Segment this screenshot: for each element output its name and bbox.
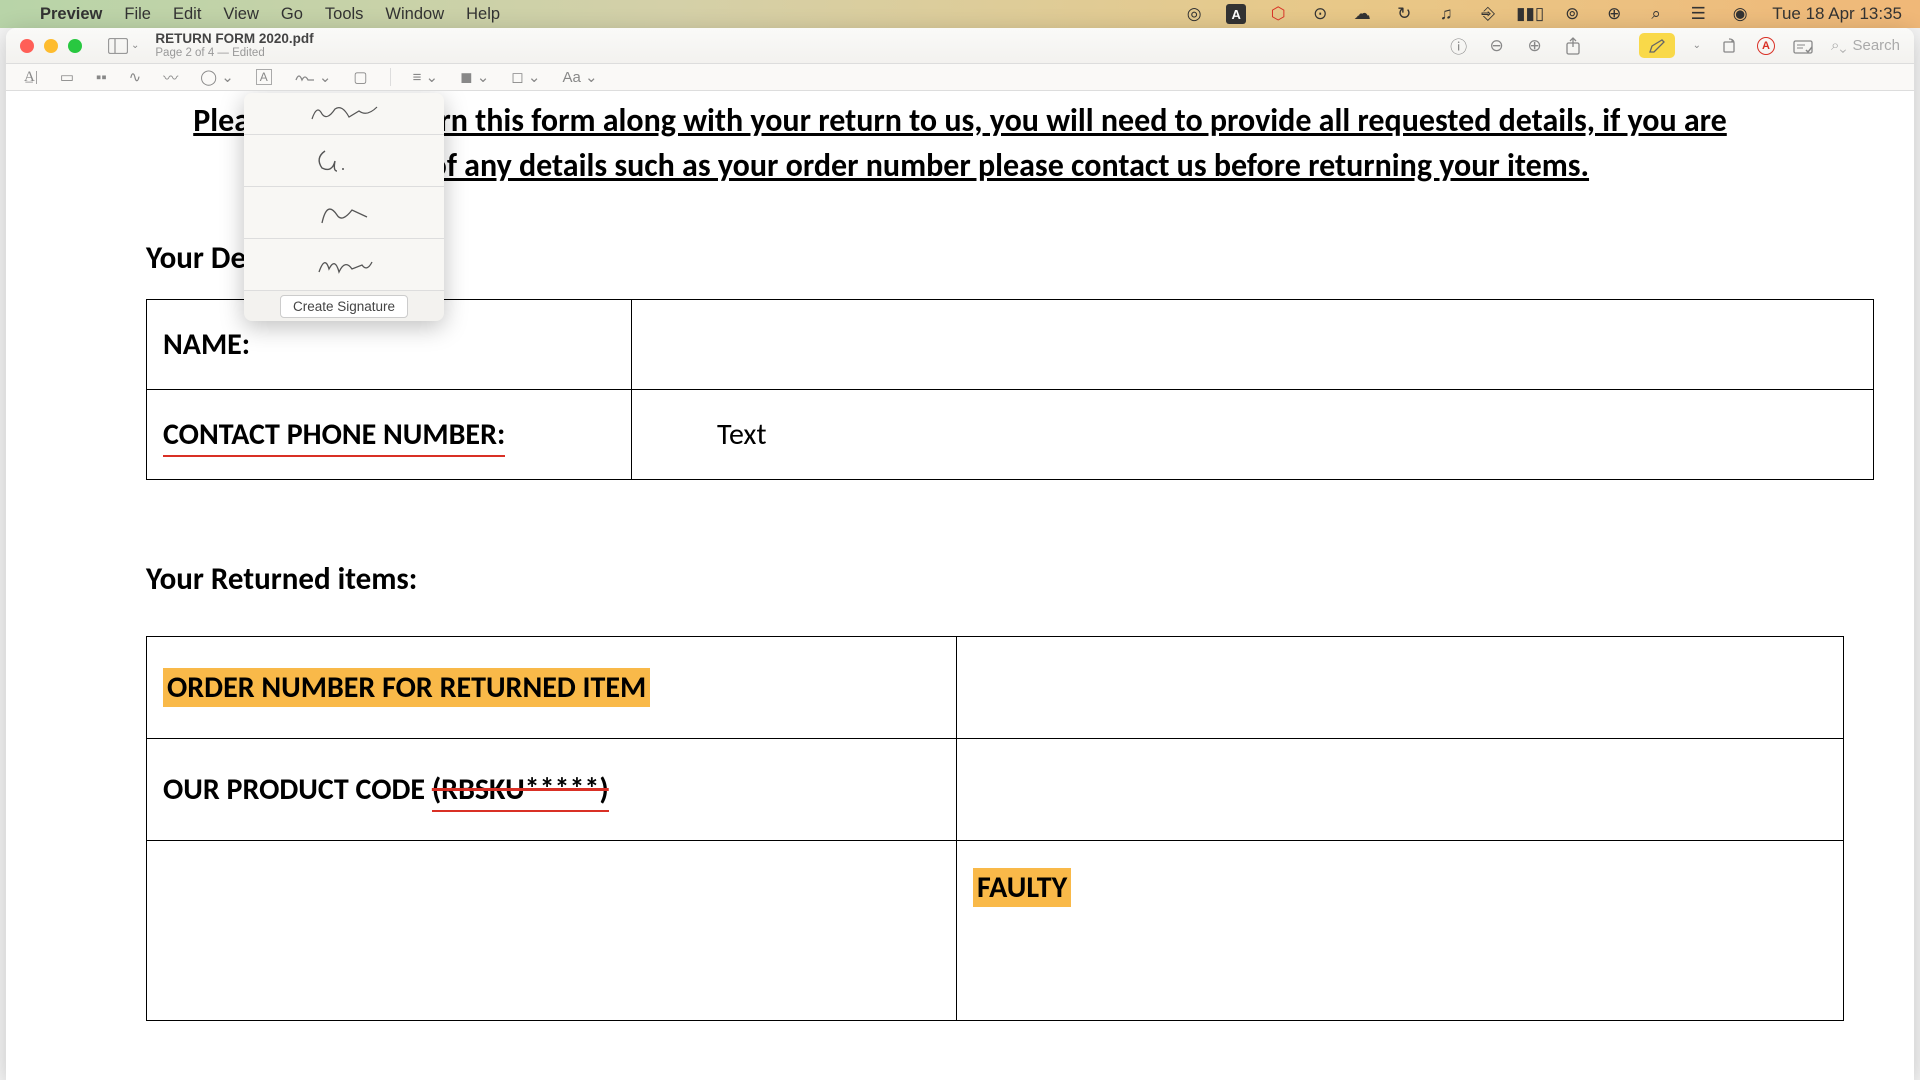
- signature-option-4[interactable]: [244, 239, 444, 291]
- draw-tool[interactable]: 〰: [163, 67, 178, 88]
- status-icon-3[interactable]: ⬡: [1268, 4, 1288, 24]
- menu-tools[interactable]: Tools: [325, 5, 364, 24]
- redact-tool[interactable]: ▪▪: [96, 69, 107, 86]
- app-name[interactable]: Preview: [40, 5, 102, 24]
- details-table: NAME: CONTACT PHONE NUMBER: Text: [146, 299, 1874, 480]
- maximize-window-button[interactable]: [68, 39, 82, 53]
- product-code-value-cell[interactable]: [957, 738, 1844, 840]
- name-value-cell[interactable]: [632, 299, 1874, 389]
- record-icon[interactable]: ⊙: [1310, 4, 1330, 24]
- control-center-icon[interactable]: ☰: [1688, 4, 1708, 24]
- cloud-icon[interactable]: ☁: [1352, 4, 1372, 24]
- sign-tool[interactable]: ⌄: [294, 68, 332, 86]
- status-icon-1[interactable]: ◎: [1184, 4, 1204, 24]
- rectangular-selection-tool[interactable]: ▭: [60, 68, 74, 86]
- border-color-tool[interactable]: ◼ ⌄: [460, 68, 489, 86]
- document-title: RETURN FORM 2020.pdf: [155, 32, 313, 46]
- text-selection-tool[interactable]: A̲|: [24, 69, 38, 86]
- rotate-icon[interactable]: [1719, 36, 1739, 56]
- table-row: CONTACT PHONE NUMBER: Text: [147, 389, 1874, 479]
- menu-help[interactable]: Help: [466, 5, 500, 24]
- document-subtitle: Page 2 of 4 — Edited: [155, 48, 313, 60]
- markup-icon[interactable]: A: [1757, 37, 1775, 55]
- minimize-window-button[interactable]: [44, 39, 58, 53]
- reason-value-cell[interactable]: FAULTY: [957, 840, 1844, 1020]
- wifi-icon[interactable]: ⊚: [1562, 4, 1582, 24]
- table-row: OUR PRODUCT CODE (RBSKU*****): [147, 738, 1844, 840]
- document-viewport[interactable]: Please fill and return this form along w…: [6, 91, 1914, 1080]
- order-number-value-cell[interactable]: [957, 636, 1844, 738]
- shapes-tool[interactable]: ◯ ⌄: [200, 68, 234, 86]
- product-code-label-cell: OUR PRODUCT CODE (RBSKU*****): [147, 738, 957, 840]
- signature-option-3[interactable]: [244, 187, 444, 239]
- search-icon[interactable]: ⌕: [1646, 4, 1666, 24]
- contact-label-cell: CONTACT PHONE NUMBER:: [147, 389, 632, 479]
- sidebar-toggle-button[interactable]: ⌄: [108, 38, 139, 54]
- window-titlebar: ⌄ RETURN FORM 2020.pdf Page 2 of 4 — Edi…: [6, 28, 1914, 64]
- form-icon[interactable]: [1793, 36, 1813, 56]
- search-placeholder: Search: [1852, 37, 1900, 54]
- signature-popover: Create Signature: [244, 93, 444, 321]
- highlight-dropdown[interactable]: ⌄: [1693, 40, 1701, 51]
- sketch-tool[interactable]: ∿: [129, 68, 142, 86]
- table-row: FAULTY: [147, 840, 1844, 1020]
- battery-icon[interactable]: ▮▮▯: [1520, 4, 1540, 24]
- info-icon[interactable]: ⓘ: [1449, 36, 1469, 56]
- fill-color-tool[interactable]: ◻ ⌄: [511, 68, 540, 86]
- zoom-in-icon[interactable]: ⊕: [1525, 36, 1545, 56]
- border-style-tool[interactable]: ≡ ⌄: [413, 68, 439, 86]
- status-icon-2[interactable]: A: [1226, 4, 1246, 24]
- search-glass-icon: ⌕⌄: [1831, 37, 1846, 54]
- markup-toolbar: A̲| ▭ ▪▪ ∿ 〰 ◯ ⌄ A ⌄ ▢ ≡ ⌄ ◼ ⌄ ◻ ⌄ Aa ⌄: [6, 64, 1914, 91]
- highlight-button[interactable]: [1639, 33, 1675, 58]
- reason-label-cell: [147, 840, 957, 1020]
- text-tool[interactable]: A: [256, 69, 272, 85]
- bluetooth-icon[interactable]: ⎆: [1478, 4, 1498, 24]
- contact-value-cell[interactable]: Text: [632, 389, 1874, 479]
- menu-file[interactable]: File: [124, 5, 151, 24]
- create-signature-button[interactable]: Create Signature: [280, 295, 408, 318]
- returned-items-table: ORDER NUMBER FOR RETURNED ITEM OUR PRODU…: [146, 636, 1844, 1021]
- returned-items-heading: Your Returned items:: [146, 560, 1884, 598]
- signature-create-row: Create Signature: [244, 291, 444, 321]
- macos-menubar: Preview File Edit View Go Tools Window H…: [0, 0, 1920, 28]
- timemachine-icon[interactable]: ↻: [1394, 4, 1414, 24]
- menu-window[interactable]: Window: [385, 5, 444, 24]
- close-window-button[interactable]: [20, 39, 34, 53]
- signature-option-2[interactable]: [244, 135, 444, 187]
- signature-option-1[interactable]: [244, 93, 444, 135]
- clock[interactable]: Tue 18 Apr 13:35: [1772, 4, 1902, 24]
- zoom-out-icon[interactable]: ⊖: [1487, 36, 1507, 56]
- search-box[interactable]: ⌕⌄ Search: [1831, 37, 1900, 54]
- table-row: ORDER NUMBER FOR RETURNED ITEM: [147, 636, 1844, 738]
- siri-icon[interactable]: ◉: [1730, 4, 1750, 24]
- spotlight-icon[interactable]: ⊕: [1604, 4, 1624, 24]
- order-number-label-cell: ORDER NUMBER FOR RETURNED ITEM: [147, 636, 957, 738]
- preview-window: ⌄ RETURN FORM 2020.pdf Page 2 of 4 — Edi…: [6, 28, 1914, 1080]
- text-style-tool[interactable]: Aa ⌄: [562, 68, 597, 86]
- headphones-icon[interactable]: ♫: [1436, 4, 1456, 24]
- note-tool[interactable]: ▢: [353, 68, 367, 86]
- menu-view[interactable]: View: [223, 5, 258, 24]
- share-icon[interactable]: [1563, 36, 1583, 56]
- menu-edit[interactable]: Edit: [173, 5, 201, 24]
- menu-go[interactable]: Go: [281, 5, 303, 24]
